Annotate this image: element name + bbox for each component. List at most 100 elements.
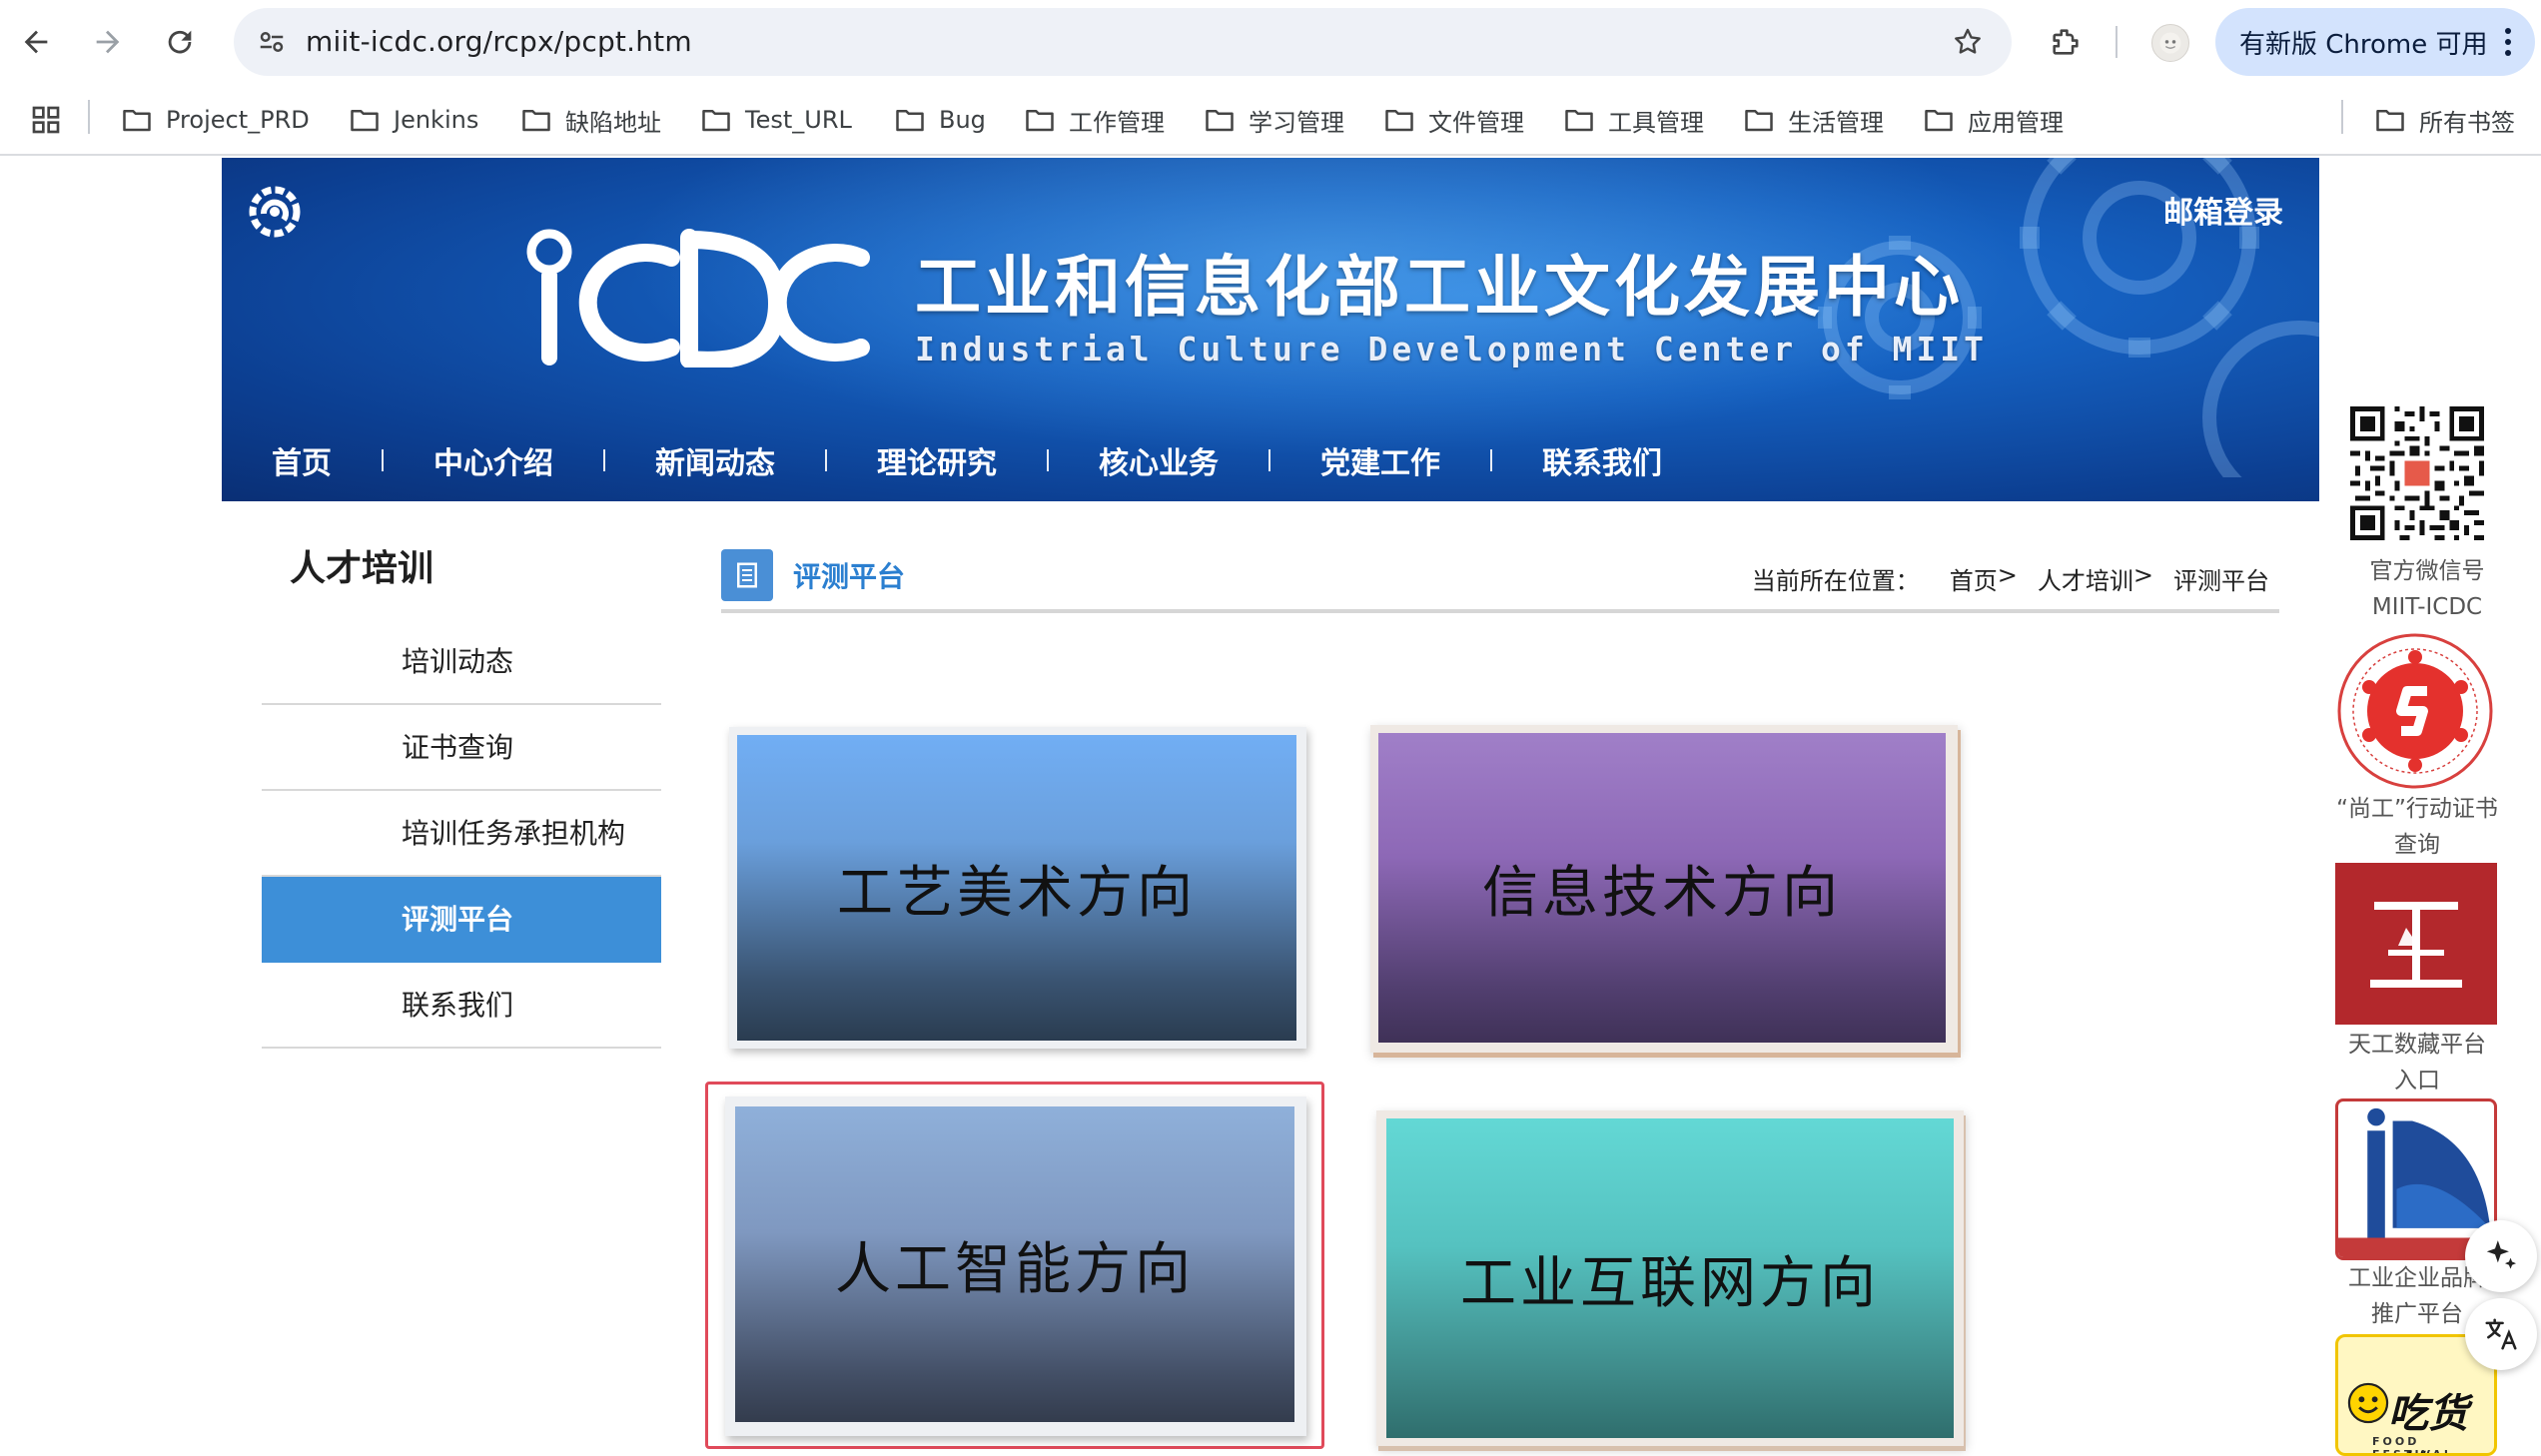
- page-title: 评测平台: [793, 560, 906, 593]
- document-icon: [721, 549, 773, 601]
- folder-icon: [1026, 110, 1054, 132]
- bookmark-folder[interactable]: Bug: [895, 98, 986, 142]
- card-arts-crafts[interactable]: 工艺美术方向: [729, 727, 1306, 1049]
- bookmark-label: 应用管理: [1968, 108, 2064, 137]
- bookmark-folder[interactable]: 生活管理: [1744, 98, 1884, 142]
- card-label: 人工智能方向: [735, 1106, 1294, 1422]
- icdc-logo-icon: [526, 229, 870, 367]
- back-icon[interactable]: [12, 18, 60, 66]
- brand-platform-logo-icon: [2338, 1107, 2494, 1257]
- bookmarks-divider: [88, 100, 90, 134]
- tiangong-label-2[interactable]: 入口: [2327, 1063, 2507, 1098]
- ai-sparkle-button[interactable]: [2465, 1220, 2537, 1292]
- bookmark-label: 文件管理: [1428, 108, 1524, 137]
- site-info-icon[interactable]: [248, 18, 296, 66]
- bookmark-label: 工作管理: [1069, 108, 1165, 137]
- card-label: 信息技术方向: [1378, 733, 1946, 1043]
- reload-icon[interactable]: [156, 18, 204, 66]
- browser-toolbar: miit-icdc.org/rcpx/pcpt.htm 有新版 Chrome 可…: [0, 0, 2541, 84]
- sidebar-item-certificate-query[interactable]: 证书查询: [262, 705, 661, 791]
- mail-login-link[interactable]: 邮箱登录: [2163, 188, 2283, 232]
- center-logo-mark-icon: [249, 186, 301, 238]
- update-label: 有新版 Chrome 可用: [2239, 29, 2488, 60]
- folder-icon: [123, 110, 151, 132]
- nav-divider: [1490, 449, 1492, 471]
- breadcrumb-home[interactable]: 首页: [1950, 561, 1998, 596]
- bookmark-folder[interactable]: 缺陷地址: [521, 98, 661, 142]
- forward-icon[interactable]: [84, 18, 132, 66]
- sparkle-icon: [2486, 1240, 2517, 1269]
- bookmark-label: 缺陷地址: [565, 108, 661, 137]
- star-icon[interactable]: [1946, 20, 1990, 64]
- tiangong-platform-button[interactable]: [2335, 863, 2497, 1025]
- extensions-icon[interactable]: [2042, 18, 2090, 66]
- tiangong-logo-icon: [2370, 902, 2462, 988]
- smiley-icon: [2347, 1382, 2389, 1424]
- main-nav: 首页 中心介绍 新闻动态 理论研究 核心业务 党建工作 联系我们: [222, 419, 2319, 501]
- bookmark-folder[interactable]: Jenkins: [350, 98, 478, 142]
- folder-icon: [1745, 110, 1773, 132]
- card-information-technology[interactable]: 信息技术方向: [1370, 725, 1958, 1053]
- bookmark-folder[interactable]: 文件管理: [1384, 98, 1524, 142]
- bookmarks-bar: Project_PRD Jenkins 缺陷地址 Test_URL Bug 工作…: [0, 84, 2541, 156]
- folder-icon: [702, 110, 730, 132]
- card-industrial-internet[interactable]: 工业互联网方向: [1376, 1110, 1964, 1446]
- bookmark-folder[interactable]: 学习管理: [1205, 98, 1344, 142]
- folder-icon: [1206, 110, 1234, 132]
- breadcrumb-prefix: 当前所在位置：: [1751, 567, 1920, 595]
- profile-icon[interactable]: [2151, 24, 2189, 62]
- shanggong-certificate-badge-icon[interactable]: [2335, 631, 2495, 791]
- url-text[interactable]: miit-icdc.org/rcpx/pcpt.htm: [306, 8, 692, 76]
- apps-grid-icon[interactable]: [26, 100, 66, 140]
- chrome-update-button[interactable]: 有新版 Chrome 可用: [2215, 8, 2535, 76]
- folder-icon: [1385, 110, 1413, 132]
- wechat-id: MIIT-ICDC: [2371, 594, 2483, 620]
- food-festival-subtext: FOOD FESTIVAL: [2372, 1435, 2454, 1456]
- nav-contact[interactable]: 联系我们: [1542, 438, 1662, 482]
- translate-button[interactable]: [2465, 1298, 2537, 1370]
- nav-news[interactable]: 新闻动态: [655, 438, 775, 482]
- breadcrumb-current[interactable]: 评测平台: [2173, 561, 2269, 596]
- shanggong-label-2[interactable]: 查询: [2327, 827, 2507, 863]
- shanggong-label[interactable]: “尚工”行动证书: [2327, 791, 2507, 827]
- all-bookmarks-button[interactable]: 所有书签: [2375, 98, 2515, 142]
- tiangong-label[interactable]: 天工数藏平台: [2327, 1027, 2507, 1063]
- wechat-label: 官方微信号: [2369, 558, 2485, 584]
- bookmark-label: 生活管理: [1788, 108, 1884, 137]
- translate-icon: [2485, 1318, 2517, 1350]
- sidebar-item-training-institutions[interactable]: 培训任务承担机构: [262, 791, 661, 877]
- address-bar[interactable]: miit-icdc.org/rcpx/pcpt.htm: [234, 8, 2012, 76]
- folder-icon: [1565, 110, 1593, 132]
- toolbar-divider: [2116, 26, 2118, 58]
- org-name-en: Industrial Culture Development Center of…: [915, 330, 1989, 368]
- sidebar-item-contact[interactable]: 联系我们: [262, 963, 661, 1049]
- nav-research[interactable]: 理论研究: [877, 438, 997, 482]
- breadcrumb-training[interactable]: 人才培训: [2038, 561, 2133, 596]
- card-artificial-intelligence[interactable]: 人工智能方向: [725, 1096, 1306, 1436]
- nav-about[interactable]: 中心介绍: [433, 438, 553, 482]
- breadcrumb-separator: >: [2132, 561, 2153, 589]
- bookmark-folder[interactable]: 工具管理: [1564, 98, 1704, 142]
- sidebar-menu: 培训动态 证书查询 培训任务承担机构 评测平台 联系我们: [262, 619, 661, 1049]
- bookmarks-divider: [2341, 100, 2343, 134]
- bookmark-folder[interactable]: 应用管理: [1924, 98, 2064, 142]
- more-icon[interactable]: [2505, 28, 2511, 56]
- bookmark-label: Test_URL: [745, 106, 852, 134]
- folder-icon: [522, 110, 550, 132]
- bookmark-label: Project_PRD: [166, 106, 310, 134]
- bookmark-label: 学习管理: [1249, 108, 1344, 137]
- nav-party[interactable]: 党建工作: [1320, 438, 1440, 482]
- bookmark-folder[interactable]: Test_URL: [701, 98, 852, 142]
- breadcrumb: 当前所在位置： 首页 > 人才培训 > 评测平台: [1752, 561, 2269, 596]
- nav-divider: [603, 449, 605, 471]
- folder-icon: [896, 110, 924, 132]
- folder-icon: [2376, 110, 2404, 132]
- sidebar-item-assessment-platform[interactable]: 评测平台: [262, 877, 661, 963]
- bookmark-folder[interactable]: Project_PRD: [122, 98, 310, 142]
- nav-core-business[interactable]: 核心业务: [1099, 438, 1219, 482]
- content-header: 评测平台 当前所在位置： 首页 > 人才培训 > 评测平台: [721, 547, 2279, 613]
- sidebar-item-training-news[interactable]: 培训动态: [262, 619, 661, 705]
- bookmark-folder[interactable]: 工作管理: [1025, 98, 1165, 142]
- folder-icon: [1925, 110, 1953, 132]
- nav-home[interactable]: 首页: [272, 438, 332, 482]
